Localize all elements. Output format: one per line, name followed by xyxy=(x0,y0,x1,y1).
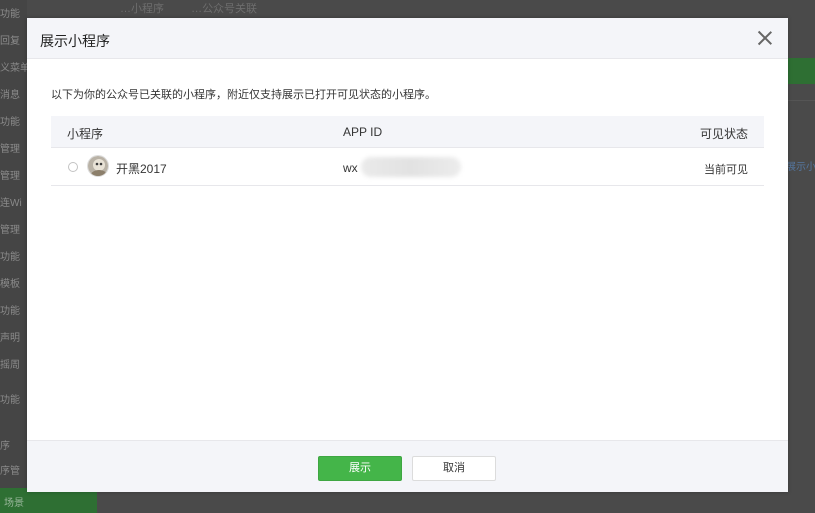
bg-tab: …小程序 xyxy=(120,3,164,15)
bg-sidebar-item: 管理 xyxy=(0,171,20,182)
bg-sidebar-item: 功能 xyxy=(0,252,20,263)
bg-sidebar-item: 功能 xyxy=(0,9,20,20)
table-row[interactable]: 开黑2017 wx 当前可见 xyxy=(51,148,764,186)
bg-sidebar-item: 管理 xyxy=(0,225,20,236)
bg-sidebar-item: 功能 xyxy=(0,117,20,128)
show-button[interactable]: 展示 xyxy=(318,456,402,481)
background-sidebar: 功能 回复 义菜单 消息 功能 管理 管理 连Wi 管理 功能 模板 功能 声明… xyxy=(0,0,27,513)
miniprogram-name: 开黑2017 xyxy=(116,162,167,176)
bg-sidebar-item: 声明 xyxy=(0,333,20,344)
bg-sidebar-item: 管理 xyxy=(0,144,20,155)
row-radio-button[interactable] xyxy=(68,162,78,172)
bg-sidebar-item: 连Wi xyxy=(0,198,22,209)
bg-sidebar-item: 序管 xyxy=(0,466,20,477)
miniprogram-appid: wx xyxy=(343,161,358,175)
bg-sidebar-item: 功能 xyxy=(0,306,20,317)
close-icon[interactable] xyxy=(756,29,774,47)
bg-divider xyxy=(788,100,815,101)
miniprogram-table: 小程序 APP ID 可见状态 开黑2017 wx 当前可见 xyxy=(51,116,764,186)
background-tabs: …小程序 …公众号关联 xyxy=(120,0,257,18)
bg-tab: …公众号关联 xyxy=(191,3,258,15)
dialog-intro-text: 以下为你的公众号已关联的小程序，附近仅支持展示已打开可见状态的小程序。 xyxy=(51,89,436,101)
bg-sidebar-item: 功能 xyxy=(0,395,20,406)
column-header-appid: APP ID xyxy=(343,125,383,139)
bg-sidebar-item: 摇周 xyxy=(0,360,20,371)
dialog-header: 展示小程序 xyxy=(27,18,788,59)
bg-sidebar-item: 序 xyxy=(0,441,10,452)
bg-sidebar-item: 模板 xyxy=(0,279,20,290)
bg-sidebar-item: 义菜单 xyxy=(0,63,27,74)
table-header: 小程序 APP ID 可见状态 xyxy=(51,116,764,148)
bg-right-link: 展示小 xyxy=(786,162,815,173)
column-header-status: 可见状态 xyxy=(699,127,748,141)
miniprogram-avatar xyxy=(87,155,109,177)
visibility-status: 当前可见 xyxy=(704,164,748,176)
bg-sidebar-item: 消息 xyxy=(0,90,20,101)
dialog-footer: 展示 取消 xyxy=(27,440,788,492)
dialog-title: 展示小程序 xyxy=(40,33,110,49)
cancel-button[interactable]: 取消 xyxy=(412,456,496,481)
bg-sidebar-item: 回复 xyxy=(0,36,20,47)
show-miniprogram-dialog: 展示小程序 以下为你的公众号已关联的小程序，附近仅支持展示已打开可见状态的小程序… xyxy=(27,18,788,492)
appid-redaction-blur xyxy=(361,157,461,177)
column-header-name: 小程序 xyxy=(67,127,104,141)
bg-green-strip xyxy=(788,58,815,84)
